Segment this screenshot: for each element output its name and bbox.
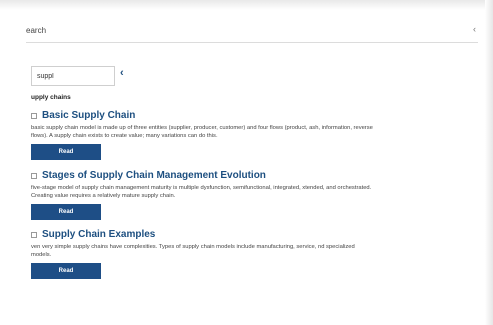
- result-description: ven very simple supply chains have compl…: [31, 244, 355, 258]
- result-checkbox[interactable]: [31, 231, 37, 238]
- result-title[interactable]: Stages of Supply Chain Management Evolut…: [42, 170, 266, 181]
- search-bar[interactable]: earch ‹: [26, 22, 478, 43]
- result-description: five-stage model of supply chain managem…: [31, 185, 372, 199]
- read-button[interactable]: Read: [31, 144, 101, 160]
- chevron-left-icon[interactable]: ‹: [120, 67, 124, 79]
- read-button[interactable]: Read: [31, 204, 101, 220]
- result-item: Basic Supply Chain basic supply chain mo…: [31, 110, 376, 160]
- category-label: upply chains: [31, 94, 71, 101]
- read-button[interactable]: Read: [31, 263, 101, 279]
- result-checkbox[interactable]: [31, 172, 37, 179]
- result-title[interactable]: Basic Supply Chain: [42, 110, 135, 121]
- top-shadow: [0, 0, 493, 10]
- right-shadow: [485, 0, 493, 325]
- page: earch ‹ ‹ upply chains Basic Supply Chai…: [0, 0, 493, 325]
- result-checkbox[interactable]: [31, 112, 37, 119]
- chevron-left-icon[interactable]: ‹: [473, 24, 476, 34]
- result-item: Supply Chain Examples ven very simple su…: [31, 229, 376, 279]
- result-item: Stages of Supply Chain Management Evolut…: [31, 170, 376, 220]
- result-description: basic supply chain model is made up of t…: [31, 125, 373, 139]
- result-title[interactable]: Supply Chain Examples: [42, 229, 155, 240]
- search-label: earch: [26, 26, 47, 35]
- filter-input[interactable]: [31, 66, 115, 86]
